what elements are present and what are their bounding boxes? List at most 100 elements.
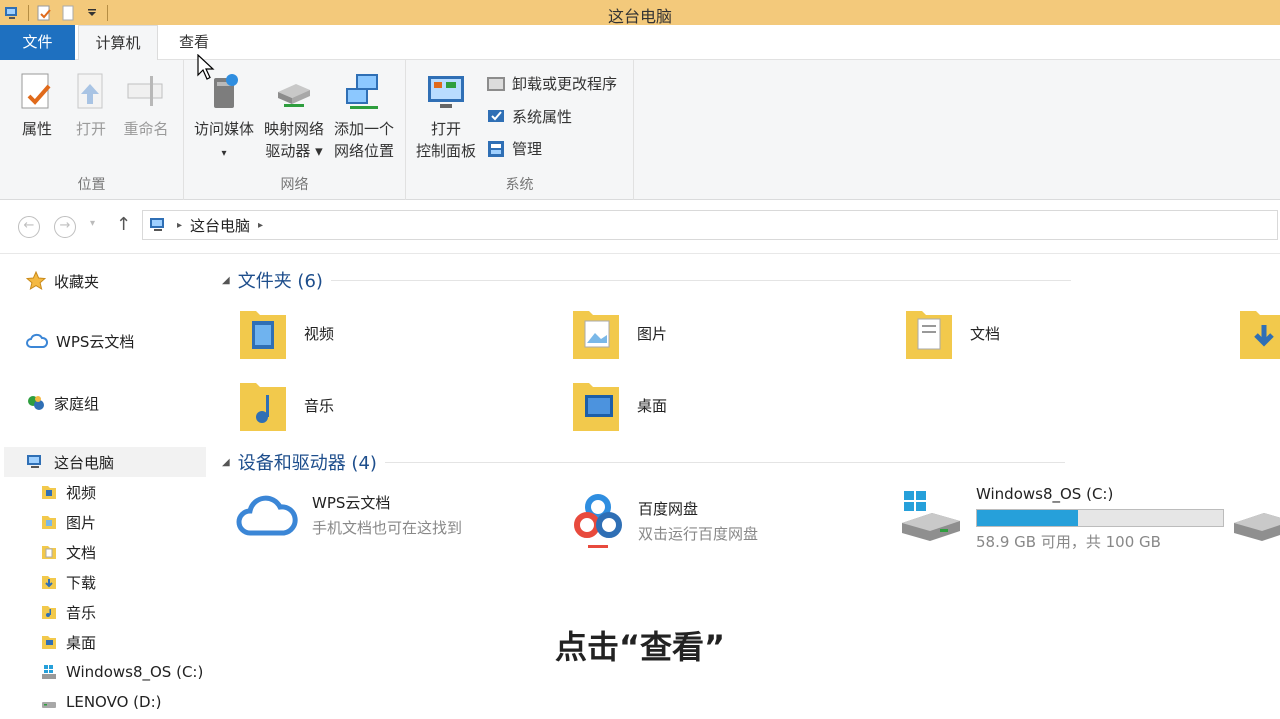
- ribbon-tabs: 文件 计算机 查看: [0, 25, 1280, 61]
- windows-drive-icon: [902, 491, 960, 541]
- folder-label: 视频: [304, 324, 335, 343]
- folder-label: 桌面: [637, 396, 668, 415]
- video-caption: 点击“查看”: [554, 628, 726, 666]
- tab-file[interactable]: 文件: [0, 25, 75, 60]
- map-drive-label-2: 驱动器 ▾: [265, 142, 323, 160]
- forward-button[interactable]: →: [54, 216, 76, 238]
- open-button[interactable]: 打开: [68, 70, 114, 140]
- sidebar-item-pictures[interactable]: 图片: [40, 510, 96, 534]
- recent-locations-chevron-icon[interactable]: ▾: [90, 218, 95, 229]
- folder-icon: [42, 576, 56, 589]
- sidebar-item-downloads[interactable]: 下载: [40, 570, 96, 594]
- title-bar: 这台电脑: [0, 0, 1280, 26]
- folders-section-header[interactable]: ◢ 文件夹 (6): [222, 267, 1071, 293]
- group-network: 访问媒体 ▾ 映射网络 驱动器 ▾ 添加一个 网络位置 网络: [184, 60, 406, 200]
- desktop-folder-icon: [573, 383, 619, 431]
- device-name: WPS云文档: [312, 494, 391, 512]
- uninstall-label: 卸载或更改程序: [512, 75, 618, 93]
- folder-icon: [42, 606, 56, 619]
- device-baidu-netdisk[interactable]: 百度网盘 双击运行百度网盘: [572, 491, 758, 551]
- address-field[interactable]: ▸ 这台电脑 ▸: [142, 210, 1278, 240]
- folder-pictures[interactable]: 图片: [569, 303, 667, 363]
- folder-desktop[interactable]: 桌面: [569, 375, 667, 435]
- sidebar-item-wps[interactable]: WPS云文档: [26, 329, 134, 353]
- map-network-drive-button[interactable]: 映射网络 驱动器 ▾: [260, 70, 328, 162]
- star-icon: [26, 271, 46, 291]
- properties-icon: [21, 73, 51, 109]
- location-group-label: 位置: [77, 177, 106, 193]
- folder-music[interactable]: 音乐: [236, 375, 334, 435]
- sidebar-item-videos[interactable]: 视频: [40, 480, 96, 504]
- sidebar-item-homegroup[interactable]: 家庭组: [26, 391, 99, 415]
- pictures-folder-icon: [573, 311, 619, 359]
- folder-label: 音乐: [304, 396, 335, 415]
- drive-usage-bar: [976, 509, 1224, 527]
- access-media-button[interactable]: 访问媒体 ▾: [190, 70, 258, 165]
- rename-label: 重命名: [123, 120, 169, 138]
- sidebar-item-favorites[interactable]: 收藏夹: [26, 269, 99, 293]
- mouse-cursor-icon: [197, 54, 215, 80]
- sidebar-item-this-pc[interactable]: 这台电脑: [26, 450, 114, 474]
- homegroup-icon: [28, 396, 44, 410]
- control-panel-label-1: 打开: [430, 120, 461, 138]
- sidebar-label: 这台电脑: [54, 453, 115, 472]
- sidebar-item-music[interactable]: 音乐: [40, 600, 96, 624]
- drive-free-space: 58.9 GB 可用，共 100 GB: [976, 533, 1161, 551]
- sidebar-label: 家庭组: [54, 394, 100, 413]
- folder-icon: [42, 546, 56, 559]
- manage-button[interactable]: 管理: [486, 137, 542, 161]
- collapse-triangle-icon[interactable]: ◢: [222, 457, 230, 468]
- sidebar-label: 视频: [66, 483, 97, 502]
- add-network-location-button[interactable]: 添加一个 网络位置: [330, 70, 398, 162]
- device-wps-cloud[interactable]: WPS云文档 手机文档也可在这找到: [236, 491, 462, 539]
- breadcrumb-chevron-icon[interactable]: ▸: [258, 220, 263, 231]
- drive-usage-fill: [977, 510, 1079, 526]
- uninstall-program-button[interactable]: 卸载或更改程序: [486, 72, 617, 96]
- collapse-triangle-icon[interactable]: ◢: [222, 275, 230, 286]
- breadcrumb-this-pc[interactable]: 这台电脑: [190, 215, 250, 236]
- map-drive-label-1: 映射网络: [263, 120, 324, 138]
- folder-label: 图片: [637, 324, 668, 343]
- computer-icon: [150, 218, 164, 231]
- device-description: 手机文档也可在这找到: [312, 519, 463, 537]
- sidebar-item-drive-d[interactable]: LENOVO (D:): [40, 690, 161, 714]
- add-network-label-2: 网络位置: [333, 142, 394, 160]
- folder-documents[interactable]: 文档: [902, 303, 1000, 363]
- folder-label: 文档: [970, 324, 1001, 343]
- music-folder-icon: [240, 383, 286, 431]
- open-control-panel-button[interactable]: 打开 控制面板: [412, 70, 480, 162]
- breadcrumb-chevron-icon[interactable]: ▸: [177, 220, 182, 231]
- folder-videos[interactable]: 视频: [236, 303, 334, 363]
- folder-downloads[interactable]: [1236, 303, 1280, 363]
- network-group-label: 网络: [280, 177, 309, 193]
- ribbon: 属性 打开 重命名 位置 访问媒体 ▾ 映射网络 驱动器 ▾ 添加一个 网络位置 …: [0, 60, 1280, 200]
- sidebar-label: 音乐: [66, 603, 97, 622]
- rename-button[interactable]: 重命名: [118, 70, 174, 140]
- device-drive-d[interactable]: [1232, 509, 1280, 549]
- drive-name: Windows8_OS (C:): [976, 485, 1114, 503]
- tab-computer[interactable]: 计算机: [78, 25, 158, 61]
- sidebar-label: 下载: [66, 573, 97, 592]
- back-button[interactable]: ←: [18, 216, 40, 238]
- sidebar-item-documents[interactable]: 文档: [40, 540, 96, 564]
- videos-folder-icon: [240, 311, 286, 359]
- baidu-netdisk-icon: [574, 494, 622, 548]
- control-panel-label-2: 控制面板: [415, 142, 476, 160]
- folder-icon: [42, 486, 56, 499]
- sidebar-label: 文档: [66, 543, 97, 562]
- add-network-label-1: 添加一个: [333, 120, 394, 138]
- system-properties-button[interactable]: 系统属性: [486, 105, 572, 129]
- up-arrow-icon[interactable]: ↑: [116, 214, 131, 235]
- rename-icon: [127, 76, 163, 106]
- sidebar-label: 图片: [66, 513, 97, 532]
- uninstall-icon: [487, 77, 505, 91]
- device-drive-c[interactable]: Windows8_OS (C:) 58.9 GB 可用，共 100 GB: [900, 485, 1224, 552]
- sidebar-label: 收藏夹: [54, 272, 100, 291]
- devices-header-label: 设备和驱动器 (4): [237, 453, 377, 474]
- properties-button[interactable]: 属性: [12, 70, 62, 140]
- network-location-icon: [346, 74, 378, 109]
- manage-label: 管理: [512, 140, 543, 158]
- cloud-icon: [236, 495, 298, 536]
- folder-icon: [42, 516, 56, 529]
- devices-section-header[interactable]: ◢ 设备和驱动器 (4): [222, 449, 1065, 475]
